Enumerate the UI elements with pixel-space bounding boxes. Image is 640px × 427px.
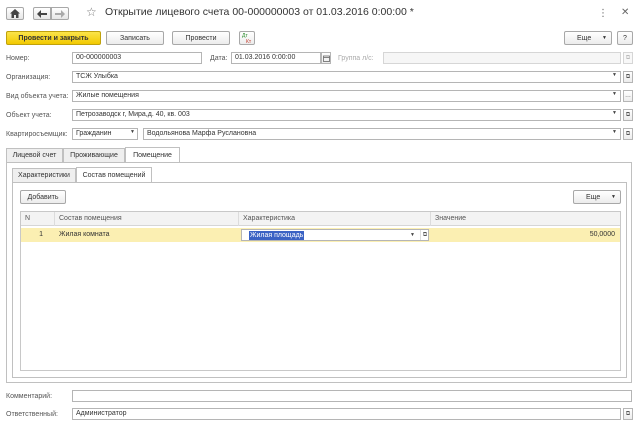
object-field[interactable]: Петрозаводск г, Мира,д. 40, кв. 003 (72, 109, 621, 121)
chevron-down-icon: ▼ (611, 194, 616, 200)
table-more-label: Еще (586, 193, 601, 201)
group-label: Группа л/с: (338, 55, 374, 62)
characteristic-selected-text: Жилая площадь (249, 231, 305, 240)
tenant-dropdown-icon[interactable]: ▼ (612, 129, 617, 135)
date-field[interactable]: 01.03.2016 0:00:00 (231, 52, 321, 64)
date-label: Дата: (210, 55, 228, 62)
column-header-characteristic[interactable]: Характеристика (239, 212, 431, 226)
object-type-dropdown-icon[interactable]: ▼ (612, 91, 617, 97)
dt-kt-button[interactable]: Дт Кт (239, 31, 255, 45)
column-header-n[interactable]: N (21, 212, 55, 226)
org-open-icon[interactable]: ⧉ (623, 71, 633, 83)
arrow-left-icon (37, 9, 47, 18)
more-button[interactable]: Еще ▼ (564, 31, 612, 45)
forward-button[interactable] (51, 7, 69, 20)
org-field[interactable]: ТСЖ Улыбка (72, 71, 621, 83)
star-icon[interactable]: ☆ (86, 5, 97, 19)
tenant-type-dropdown-icon[interactable]: ▼ (130, 129, 135, 135)
table-more-button[interactable]: Еще ▼ (573, 190, 621, 204)
tab-residents[interactable]: Проживающие (63, 148, 125, 162)
post-and-close-button[interactable]: Провести и закрыть (6, 31, 101, 45)
object-open-icon[interactable]: ⧉ (623, 109, 633, 121)
responsible-field[interactable]: Администратор (72, 408, 621, 420)
row-value[interactable]: 50,0000 (435, 228, 615, 242)
group-open-icon[interactable]: ⧉ (623, 52, 633, 64)
subtab-rooms[interactable]: Состав помещений (76, 167, 152, 182)
add-button[interactable]: Добавить (20, 190, 66, 204)
column-header-room[interactable]: Состав помещения (55, 212, 239, 226)
rooms-table: N Состав помещения Характеристика Значен… (20, 211, 621, 371)
object-type-label: Вид объекта учета: (6, 93, 69, 100)
tab-premises[interactable]: Помещение (125, 147, 180, 162)
dt-kt-icon: Дт Кт (242, 33, 252, 44)
page-title: Открытие лицевого счета 00-000000003 от … (105, 6, 414, 18)
calendar-button[interactable] (321, 52, 331, 64)
tenant-open-icon[interactable]: ⧉ (623, 128, 633, 140)
table-row[interactable]: 1 Жилая комната Жилая площадь ▼ ⧉ 50,000… (21, 228, 620, 242)
write-button[interactable]: Записать (106, 31, 164, 45)
home-button[interactable] (6, 7, 24, 20)
object-dropdown-icon[interactable]: ▼ (612, 110, 617, 116)
tab-account[interactable]: Лицевой счет (6, 148, 63, 162)
arrow-right-icon (55, 9, 65, 18)
characteristic-open-icon[interactable]: ⧉ (420, 230, 429, 240)
number-field[interactable]: 00-000000003 (72, 52, 202, 64)
row-number: 1 (39, 231, 43, 238)
help-button[interactable]: ? (617, 31, 633, 45)
back-button[interactable] (33, 7, 51, 20)
org-label: Организация: (6, 74, 51, 81)
characteristic-dropdown-icon[interactable]: ▼ (410, 232, 415, 238)
object-type-field[interactable]: Жилые помещения (72, 90, 621, 102)
group-field[interactable] (383, 52, 621, 64)
responsible-open-icon[interactable]: ⧉ (623, 408, 633, 420)
more-menu-icon[interactable]: ⋮ (598, 8, 608, 19)
post-button[interactable]: Провести (172, 31, 230, 45)
number-label: Номер: (6, 55, 30, 62)
row-room[interactable]: Жилая комната (59, 228, 235, 242)
column-header-value[interactable]: Значение (431, 212, 620, 226)
comment-field[interactable] (72, 390, 632, 402)
tenant-type-field[interactable]: Гражданин (72, 128, 138, 140)
home-icon (10, 9, 20, 18)
more-label: Еще (577, 34, 592, 42)
calendar-icon (322, 55, 330, 62)
kt-label: Кт (246, 39, 252, 44)
close-icon[interactable]: ✕ (621, 7, 629, 18)
responsible-label: Ответственный: (6, 411, 58, 418)
comment-label: Комментарий: (6, 393, 53, 400)
tenant-label: Квартиросъемщик: (6, 131, 68, 138)
org-dropdown-icon[interactable]: ▼ (612, 72, 617, 78)
characteristic-input[interactable]: Жилая площадь ▼ ⧉ (241, 229, 429, 241)
object-label: Объект учета: (6, 112, 52, 119)
chevron-down-icon: ▼ (602, 35, 607, 41)
tenant-field[interactable]: Водольянова Марфа Руслановна (143, 128, 621, 140)
object-type-select-button[interactable]: … (623, 90, 633, 102)
subtab-characteristics[interactable]: Характеристики (12, 168, 76, 182)
table-header: N Состав помещения Характеристика Значен… (21, 212, 620, 226)
